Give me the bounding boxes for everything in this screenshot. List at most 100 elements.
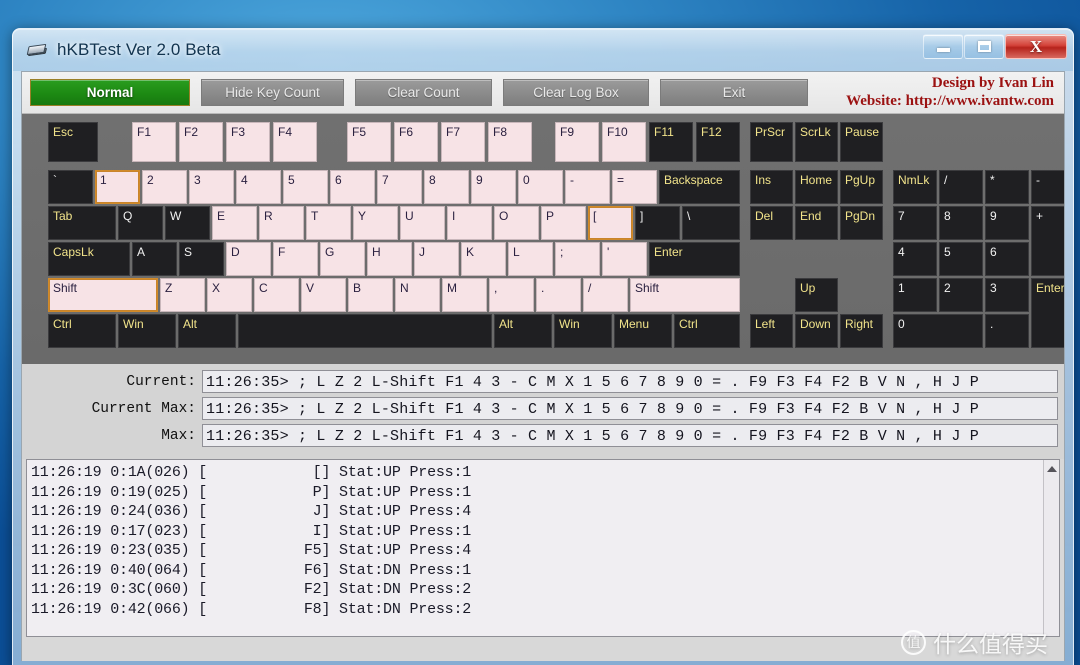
key-3[interactable]: 3 — [985, 278, 1029, 312]
key-c[interactable]: C — [254, 278, 299, 312]
key-f2[interactable]: F2 — [179, 122, 223, 162]
key-win[interactable]: Win — [554, 314, 612, 348]
log-scrollbar[interactable] — [1043, 460, 1059, 636]
credit-website[interactable]: Website: http://www.ivantw.com — [846, 92, 1054, 110]
key-f7[interactable]: F7 — [441, 122, 485, 162]
key-backslash[interactable]: \ — [682, 206, 740, 240]
key-minus[interactable]: - — [1031, 170, 1064, 204]
close-button[interactable]: X — [1005, 34, 1067, 59]
log-box[interactable]: 11:26:19 0:1A(026) [ [] Stat:UP Press:1 … — [26, 459, 1060, 637]
key-f4[interactable]: F4 — [273, 122, 317, 162]
key-slash[interactable]: / — [939, 170, 983, 204]
key-scrlk[interactable]: ScrLk — [795, 122, 838, 162]
key-f1[interactable]: F1 — [132, 122, 176, 162]
key-asterisk[interactable]: * — [985, 170, 1029, 204]
clear-count-button[interactable]: Clear Count — [355, 79, 492, 106]
triangle-up-icon[interactable] — [1046, 466, 1057, 472]
key-up[interactable]: Up — [795, 278, 838, 312]
key-backspace[interactable]: Backspace — [659, 170, 740, 204]
key-9[interactable]: 9 — [985, 206, 1029, 240]
key-m[interactable]: M — [442, 278, 487, 312]
key-8[interactable]: 8 — [939, 206, 983, 240]
key-f3[interactable]: F3 — [226, 122, 270, 162]
key-v[interactable]: V — [301, 278, 346, 312]
key-0[interactable]: 0 — [518, 170, 563, 204]
key-quote[interactable]: ' — [602, 242, 647, 276]
key-f[interactable]: F — [273, 242, 318, 276]
key-x[interactable]: X — [207, 278, 252, 312]
key-h[interactable]: H — [367, 242, 412, 276]
key-capslk[interactable]: CapsLk — [48, 242, 130, 276]
key-ctrl[interactable]: Ctrl — [674, 314, 740, 348]
key-1[interactable]: 1 — [893, 278, 937, 312]
key-f11[interactable]: F11 — [649, 122, 693, 162]
maximize-button[interactable] — [964, 34, 1004, 59]
hide-key-count-button[interactable]: Hide Key Count — [201, 79, 344, 106]
key-prscr[interactable]: PrScr — [750, 122, 793, 162]
key-enter[interactable]: Enter — [1031, 278, 1064, 348]
key-7[interactable]: 7 — [377, 170, 422, 204]
key-3[interactable]: 3 — [189, 170, 234, 204]
key-e[interactable]: E — [212, 206, 257, 240]
key-slash[interactable]: / — [583, 278, 628, 312]
key-4[interactable]: 4 — [236, 170, 281, 204]
key-end[interactable]: End — [795, 206, 838, 240]
exit-button[interactable]: Exit — [660, 79, 808, 106]
key-nmlk[interactable]: NmLk — [893, 170, 937, 204]
key-w[interactable]: W — [165, 206, 210, 240]
key-i[interactable]: I — [447, 206, 492, 240]
key-f5[interactable]: F5 — [347, 122, 391, 162]
key-l[interactable]: L — [508, 242, 553, 276]
key-bracket-right[interactable]: ] — [635, 206, 680, 240]
key-f12[interactable]: F12 — [696, 122, 740, 162]
key-r[interactable]: R — [259, 206, 304, 240]
key-shift[interactable]: Shift — [630, 278, 740, 312]
key-menu[interactable]: Menu — [614, 314, 672, 348]
key-f9[interactable]: F9 — [555, 122, 599, 162]
key-7[interactable]: 7 — [893, 206, 937, 240]
key-right[interactable]: Right — [840, 314, 883, 348]
key-u[interactable]: U — [400, 206, 445, 240]
key-minus[interactable]: - — [565, 170, 610, 204]
key-home[interactable]: Home — [795, 170, 838, 204]
key-space[interactable] — [238, 314, 492, 348]
key-comma[interactable]: , — [489, 278, 534, 312]
key-semicolon[interactable]: ; — [555, 242, 600, 276]
key-esc[interactable]: Esc — [48, 122, 98, 162]
key-z[interactable]: Z — [160, 278, 205, 312]
key-win[interactable]: Win — [118, 314, 176, 348]
key-o[interactable]: O — [494, 206, 539, 240]
key-left[interactable]: Left — [750, 314, 793, 348]
key-j[interactable]: J — [414, 242, 459, 276]
key-pgup[interactable]: PgUp — [840, 170, 883, 204]
key-4[interactable]: 4 — [893, 242, 937, 276]
key-6[interactable]: 6 — [985, 242, 1029, 276]
key-6[interactable]: 6 — [330, 170, 375, 204]
key-p[interactable]: P — [541, 206, 586, 240]
key-d[interactable]: D — [226, 242, 271, 276]
key-del[interactable]: Del — [750, 206, 793, 240]
key-down[interactable]: Down — [795, 314, 838, 348]
key-b[interactable]: B — [348, 278, 393, 312]
key-plus[interactable]: + — [1031, 206, 1064, 276]
key-2[interactable]: 2 — [939, 278, 983, 312]
key-n[interactable]: N — [395, 278, 440, 312]
key-alt[interactable]: Alt — [178, 314, 236, 348]
key-f6[interactable]: F6 — [394, 122, 438, 162]
key-tab[interactable]: Tab — [48, 206, 116, 240]
key-pgdn[interactable]: PgDn — [840, 206, 883, 240]
key-a[interactable]: A — [132, 242, 177, 276]
clear-log-box-button[interactable]: Clear Log Box — [503, 79, 649, 106]
key-5[interactable]: 5 — [283, 170, 328, 204]
key-enter[interactable]: Enter — [649, 242, 740, 276]
key-5[interactable]: 5 — [939, 242, 983, 276]
key-backtick[interactable]: ` — [48, 170, 93, 204]
key-t[interactable]: T — [306, 206, 351, 240]
normal-button[interactable]: Normal — [30, 79, 190, 106]
key-9[interactable]: 9 — [471, 170, 516, 204]
key-ctrl[interactable]: Ctrl — [48, 314, 116, 348]
key-q[interactable]: Q — [118, 206, 163, 240]
key-k[interactable]: K — [461, 242, 506, 276]
key-f10[interactable]: F10 — [602, 122, 646, 162]
minimize-button[interactable] — [923, 34, 963, 59]
